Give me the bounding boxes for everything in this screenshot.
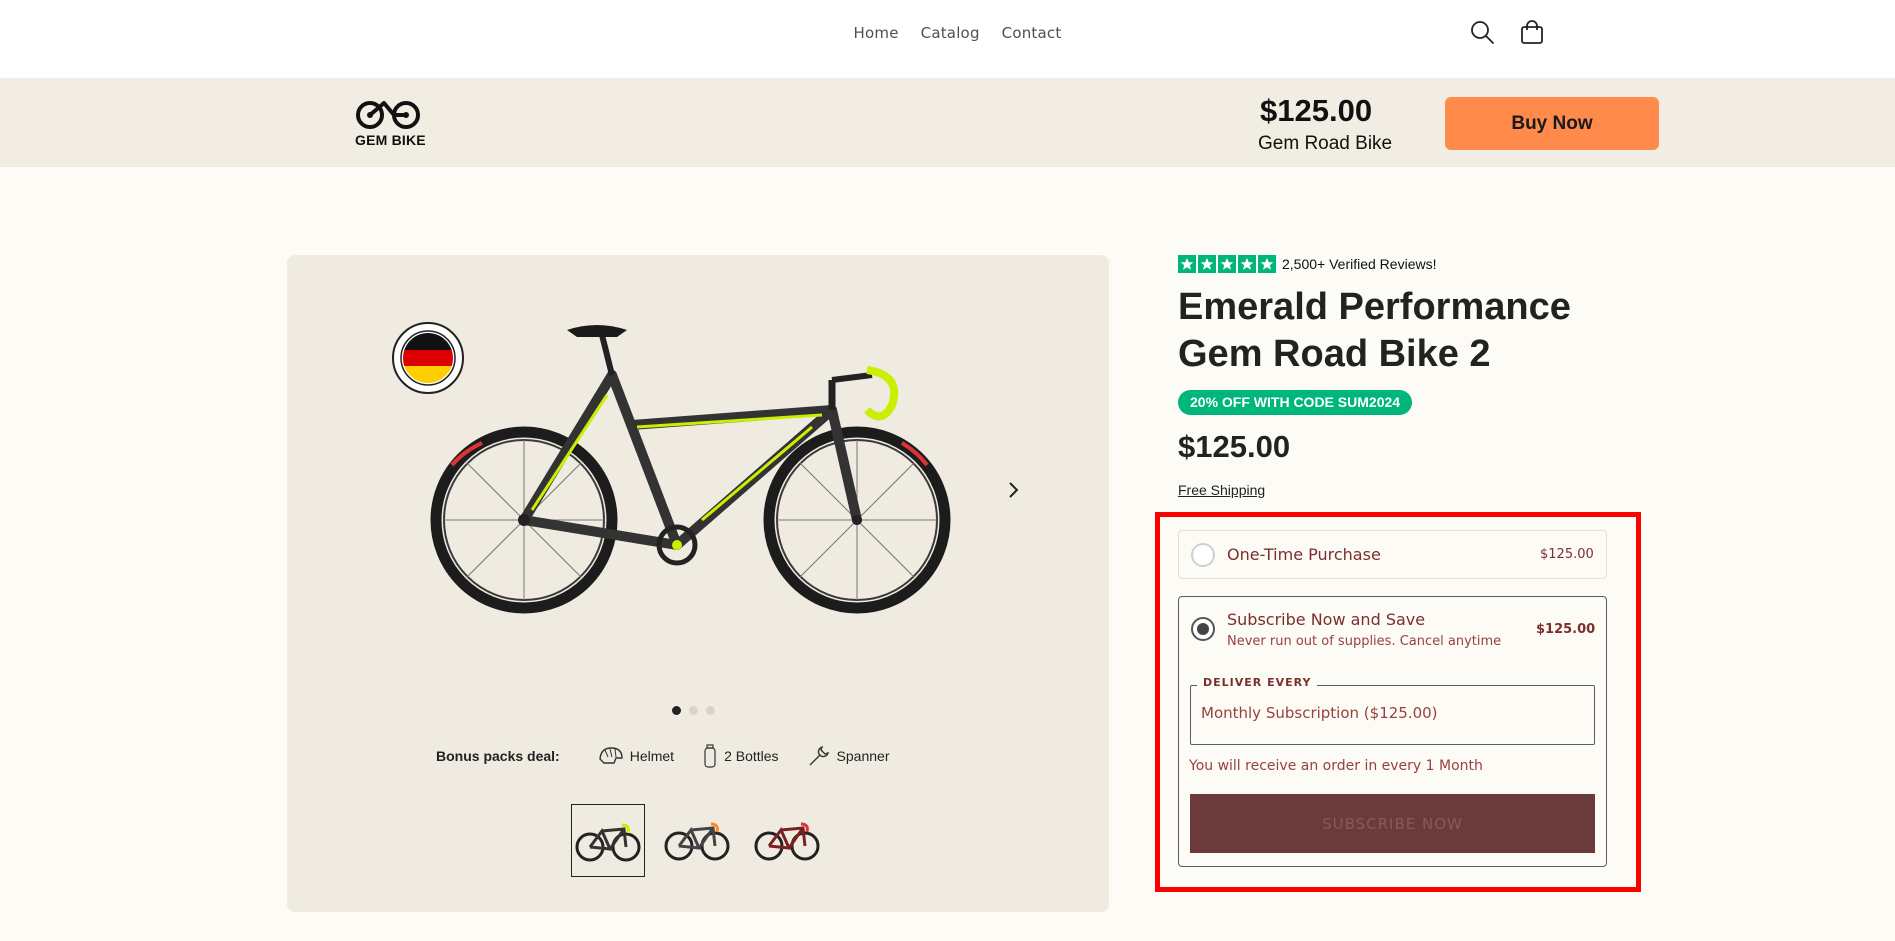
nav-catalog-link[interactable]: Catalog	[921, 24, 980, 42]
bonus-item-helmet: Helmet	[598, 745, 674, 767]
star-icon	[1178, 255, 1196, 273]
receive-order-text: You will receive an order in every 1 Mon…	[1189, 758, 1483, 774]
nav-links: Home Catalog Contact	[0, 0, 1895, 66]
gallery-pagination	[672, 706, 715, 715]
one-time-price: $125.00	[1540, 547, 1594, 562]
buy-now-button[interactable]: Buy Now	[1445, 97, 1659, 150]
bonus-packs: Bonus packs deal: Helmet 2 Bottles Spann…	[436, 741, 917, 771]
subscribe-price: $125.00	[1536, 622, 1596, 637]
spanner-icon	[809, 745, 829, 766]
star-icon	[1218, 255, 1236, 273]
nav-home-link[interactable]: Home	[854, 24, 899, 42]
product-title: Emerald Performance Gem Road Bike 2	[1178, 286, 1571, 375]
bonus-item-label: Helmet	[629, 748, 675, 764]
thumbnail-bike-image	[575, 823, 641, 862]
bonus-item-label: 2 Bottles	[724, 748, 779, 764]
subscribe-radio[interactable]	[1191, 617, 1215, 641]
nav-contact-link[interactable]: Contact	[1002, 24, 1062, 42]
promo-text: 20% OFF WITH CODE	[1190, 394, 1334, 410]
chevron-right-icon[interactable]	[1006, 480, 1022, 500]
thumbnail-bike-image	[754, 822, 820, 861]
road-bike-image	[430, 325, 951, 614]
gallery-dot[interactable]	[672, 706, 681, 715]
promo-code: SUM2024	[1337, 394, 1401, 410]
bonus-label: Bonus packs deal:	[436, 748, 560, 764]
rating: 2,500+ Verified Reviews!	[1178, 255, 1436, 273]
star-icon	[1198, 255, 1216, 273]
logo-text: GEM BIKE	[355, 132, 426, 148]
thumbnail-3[interactable]	[751, 804, 825, 877]
product-price: $125.00	[1178, 429, 1291, 464]
top-navigation: Home Catalog Contact	[0, 0, 1895, 78]
star-icon	[1238, 255, 1256, 273]
one-time-radio[interactable]	[1191, 543, 1215, 567]
cart-icon[interactable]	[1518, 18, 1546, 46]
subscribe-label: Subscribe Now and Save	[1227, 610, 1426, 629]
sticky-price: $125.00	[1260, 93, 1373, 128]
search-icon[interactable]	[1468, 18, 1496, 46]
deliver-every-value: Monthly Subscription ($125.00)	[1201, 704, 1438, 722]
free-shipping-link[interactable]: Free Shipping	[1178, 482, 1265, 498]
deliver-every-label: DELIVER EVERY	[1197, 676, 1318, 689]
subscribe-description: Never run out of supplies. Cancel anytim…	[1227, 634, 1502, 649]
gallery-dot[interactable]	[706, 706, 715, 715]
reviews-count: 2,500+ Verified Reviews!	[1282, 256, 1437, 272]
thumbnail-2[interactable]	[661, 804, 735, 877]
subscribe-now-button[interactable]: SUBSCRIBE NOW	[1190, 794, 1595, 853]
bonus-item-label: Spanner	[836, 748, 890, 764]
thumbnail-bike-image	[664, 822, 730, 861]
helmet-icon	[598, 747, 623, 764]
sticky-product-name: Gem Road Bike	[1258, 133, 1393, 154]
gallery-dot[interactable]	[689, 706, 698, 715]
bonus-item-spanner: Spanner	[807, 744, 890, 768]
one-time-label: One-Time Purchase	[1227, 545, 1381, 564]
bonus-item-bottles: 2 Bottles	[702, 744, 779, 768]
bottle-icon	[704, 744, 716, 768]
promo-badge: 20% OFF WITH CODE SUM2024	[1178, 390, 1413, 415]
star-icon	[1258, 255, 1276, 273]
thumbnail-1[interactable]	[571, 804, 645, 877]
